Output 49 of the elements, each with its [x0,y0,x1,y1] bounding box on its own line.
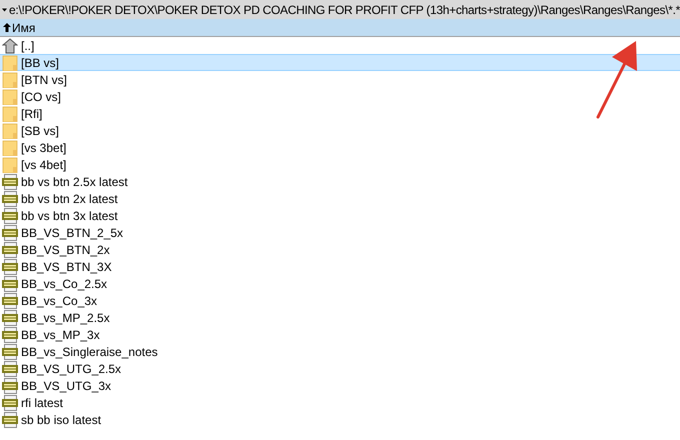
image-file-icon [2,174,18,190]
file-row[interactable]: [Rfi] [0,105,680,122]
file-row[interactable]: bb vs btn 3x latest [0,207,680,224]
file-row[interactable]: [CO vs] [0,88,680,105]
folder-icon [2,72,18,88]
file-row[interactable]: BB_VS_UTG_2.5x [0,360,680,377]
image-file-icon [2,292,18,308]
file-row[interactable]: [vs 4bet] [0,156,680,173]
file-row[interactable]: [..] [0,37,680,54]
file-row[interactable]: sb bb iso latest [0,411,680,428]
file-row[interactable]: rfi latest [0,394,680,411]
image-file-icon [2,360,18,376]
folder-icon [2,156,18,172]
file-row[interactable]: BB_VS_BTN_2x [0,241,680,258]
file-row[interactable]: [SB vs] [0,122,680,139]
file-row[interactable]: BB_VS_BTN_3X [0,258,680,275]
image-file-icon [2,208,18,224]
folder-icon [2,54,18,70]
file-row[interactable]: BB_vs_Co_3x [0,292,680,309]
image-file-icon [2,258,18,274]
path-text: e:\!POKER\!POKER DETOX\POKER DETOX PD COACHING FOR PROFIT CFP (13h+charts+strategy)\Ranges\Ranges\Ranges\*.* [9,2,680,18]
image-file-icon [2,190,18,206]
image-file-icon [2,276,18,292]
image-file-icon [2,394,18,410]
file-row[interactable]: [BTN vs] [0,71,680,88]
file-row[interactable]: BB_VS_BTN_2_5x [0,224,680,241]
column-header[interactable]: Имя [0,19,36,36]
image-file-icon [2,378,18,394]
file-row[interactable]: [vs 3bet] [0,139,680,156]
file-row[interactable]: bb vs btn 2.5x latest [0,173,680,190]
parent-folder-icon [2,38,18,54]
image-file-icon [2,344,18,360]
file-row[interactable]: BB_vs_Co_2.5x [0,275,680,292]
image-file-icon [2,412,18,428]
dropdown-caret-icon[interactable] [2,6,8,14]
image-file-icon [2,242,18,258]
folder-icon [2,140,18,156]
folder-icon [2,88,18,104]
file-row[interactable]: bb vs btn 2x latest [0,190,680,207]
file-row[interactable]: BB_vs_MP_3x [0,326,680,343]
image-file-icon [2,310,18,326]
folder-icon [2,106,18,122]
file-row[interactable]: BB_vs_MP_2.5x [0,309,680,326]
image-file-icon [2,326,18,342]
file-row[interactable]: [BB vs] [0,54,680,71]
folder-icon [2,122,18,138]
file-row[interactable]: BB_VS_UTG_3x [0,377,680,394]
image-file-icon [2,224,18,240]
file-row[interactable]: BB_vs_Singleraise_notes [0,343,680,360]
